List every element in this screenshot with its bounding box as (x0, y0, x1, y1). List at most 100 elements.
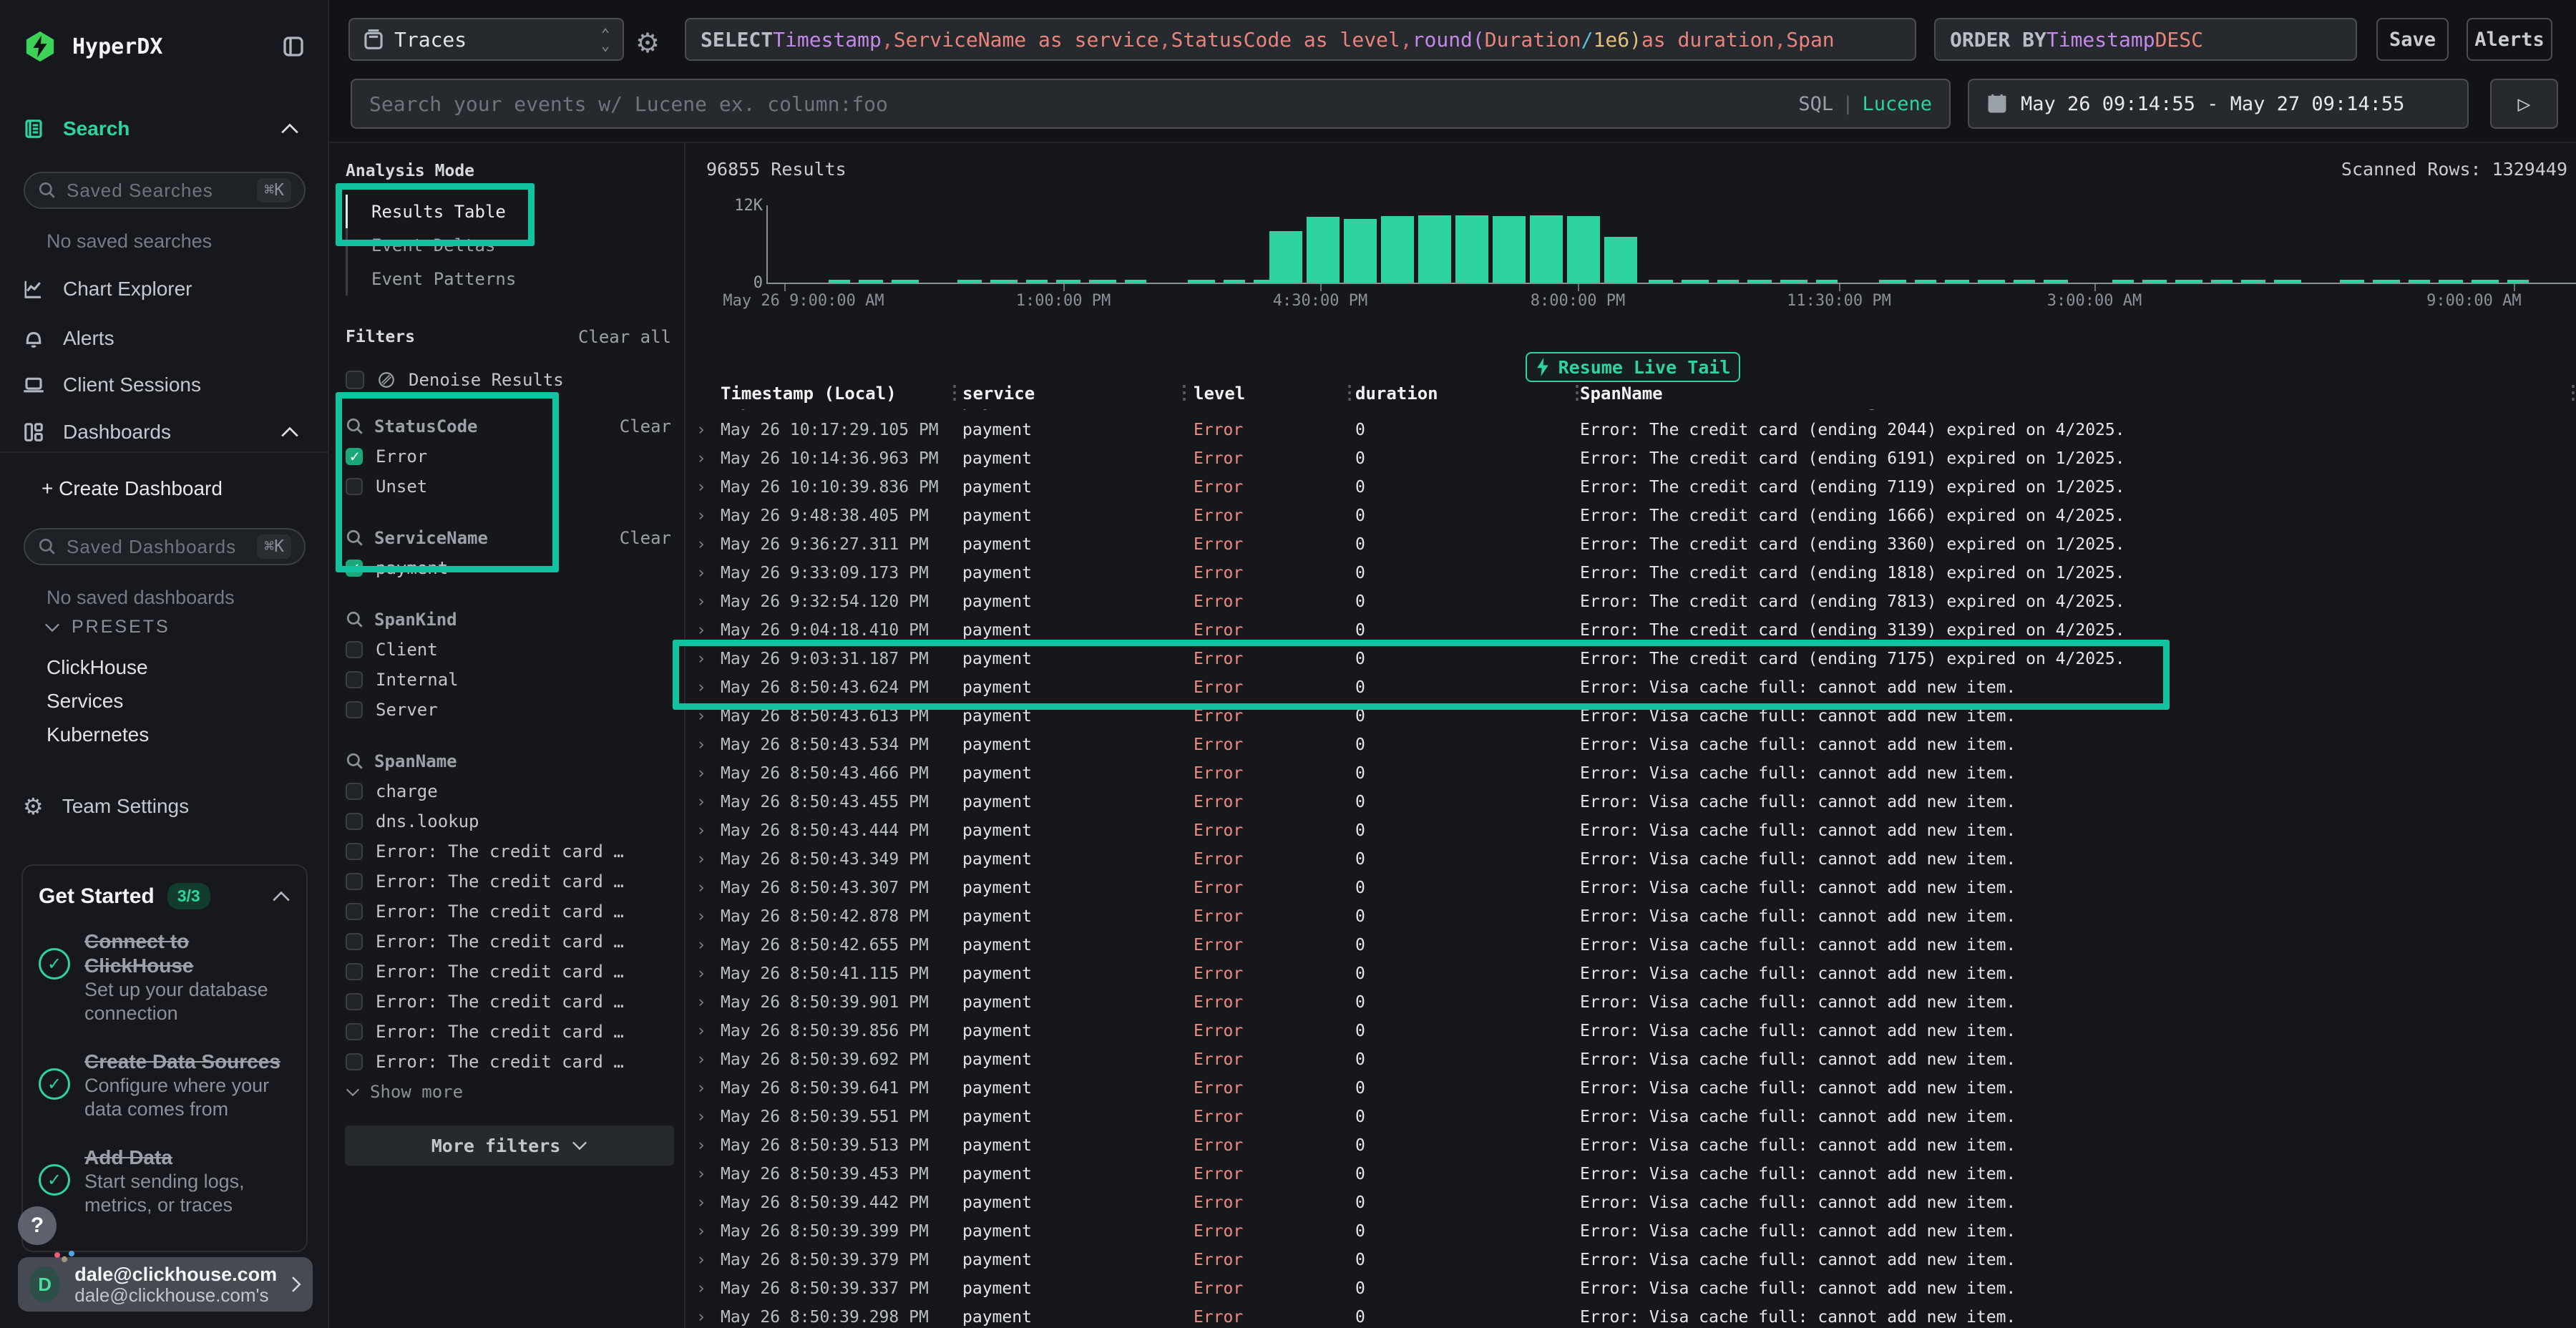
histogram-bar[interactable] (1381, 216, 1414, 283)
row-expand-chevron-icon[interactable]: › (696, 421, 706, 439)
column-resize-handle[interactable]: ⋮ (2564, 382, 2576, 404)
analysis-mode-event-patterns[interactable]: Event Patterns (346, 262, 684, 296)
sql-select-input[interactable]: SELECT Timestamp, ServiceName as service… (685, 18, 1916, 61)
sidebar-item-team-settings[interactable]: ⚙ Team Settings (0, 788, 329, 825)
table-row[interactable]: ›May 26 8:50:39.399 PMpaymentError0Error… (686, 1218, 2576, 1246)
histogram-bar[interactable] (1530, 215, 1563, 283)
table-row[interactable]: ›May 26 8:50:43.444 PMpaymentError0Error… (686, 817, 2576, 846)
row-expand-chevron-icon[interactable]: › (696, 1136, 706, 1155)
table-row[interactable]: ›May 26 9:03:31.187 PMpaymentError0Error… (686, 645, 2576, 674)
histogram-bar[interactable] (1493, 216, 1526, 283)
row-expand-chevron-icon[interactable]: › (696, 879, 706, 897)
table-row[interactable]: ›May 26 9:36:27.311 PMpaymentError0Error… (686, 531, 2576, 560)
sidebar-item-client-sessions[interactable]: Client Sessions (0, 366, 329, 404)
sidebar-collapse-icon[interactable] (281, 35, 306, 58)
row-expand-chevron-icon[interactable]: › (696, 736, 706, 754)
row-expand-chevron-icon[interactable]: › (696, 1222, 706, 1241)
preset-item-services[interactable]: Services (47, 690, 123, 713)
facet-checkbox[interactable] (346, 560, 363, 577)
source-settings-gear-icon[interactable]: ⚙ (635, 27, 660, 59)
lang-lucene[interactable]: Lucene (1862, 93, 1932, 115)
table-row[interactable]: ›May 26 8:50:43.613 PMpaymentError0Error… (686, 703, 2576, 731)
row-expand-chevron-icon[interactable]: › (696, 850, 706, 869)
table-row[interactable]: ›May 26 10:2paymentError0Error: The cred… (686, 409, 2576, 416)
row-expand-chevron-icon[interactable]: › (696, 1279, 706, 1298)
facet-checkbox[interactable] (346, 963, 363, 980)
table-row[interactable]: ›May 26 8:50:39.379 PMpaymentError0Error… (686, 1246, 2576, 1275)
help-button[interactable]: ? (18, 1206, 57, 1245)
order-by-input[interactable]: ORDER BY Timestamp DESC (1934, 18, 2357, 61)
run-query-button[interactable]: ▷ (2490, 79, 2558, 129)
row-expand-chevron-icon[interactable]: › (696, 592, 706, 611)
preset-item-clickhouse[interactable]: ClickHouse (47, 656, 148, 679)
col-timestamp[interactable]: Timestamp (Local) (721, 384, 897, 404)
alerts-button[interactable]: Alerts (2467, 18, 2552, 61)
facet-checkbox[interactable] (346, 448, 363, 465)
histogram-bar[interactable] (1567, 216, 1600, 283)
resume-live-tail-button[interactable]: Resume Live Tail (1526, 352, 1740, 382)
show-more-button[interactable]: Show more (346, 1077, 684, 1107)
row-expand-chevron-icon[interactable]: › (696, 1079, 706, 1098)
row-expand-chevron-icon[interactable]: › (696, 821, 706, 840)
table-row[interactable]: ›May 26 8:50:42.655 PMpaymentError0Error… (686, 932, 2576, 960)
col-level[interactable]: level (1194, 384, 1245, 404)
row-expand-chevron-icon[interactable]: › (696, 621, 706, 640)
column-resize-handle[interactable]: ⋮ (1568, 382, 1586, 404)
facet-clear-button[interactable]: Clear (620, 528, 671, 548)
row-expand-chevron-icon[interactable]: › (696, 449, 706, 468)
more-filters-button[interactable]: More filters (345, 1126, 674, 1166)
clear-all-button[interactable]: Clear all (578, 327, 671, 347)
facet-checkbox[interactable] (346, 783, 363, 800)
get-started-item[interactable]: ✓Create Data SourcesConfigure where your… (39, 1050, 291, 1121)
facet-clear-button[interactable]: Clear (620, 416, 671, 436)
facet-checkbox[interactable] (346, 641, 363, 658)
row-expand-chevron-icon[interactable]: › (696, 993, 706, 1012)
table-row[interactable]: ›May 26 10:17:29.105 PMpaymentError0Erro… (686, 416, 2576, 445)
source-select[interactable]: Traces ⌃⌄ (348, 18, 624, 61)
saved-dashboards-input[interactable]: Saved Dashboards ⌘K (24, 528, 306, 565)
facet-checkbox[interactable] (346, 813, 363, 830)
row-expand-chevron-icon[interactable]: › (696, 936, 706, 954)
table-row[interactable]: ›May 26 8:50:39.901 PMpaymentError0Error… (686, 989, 2576, 1017)
sidebar-item-search[interactable]: Search (0, 110, 329, 147)
saved-searches-input[interactable]: Saved Searches ⌘K (24, 172, 306, 209)
table-row[interactable]: ›May 26 8:50:43.624 PMpaymentError0Error… (686, 674, 2576, 703)
table-row[interactable]: ›May 26 8:50:43.466 PMpaymentError0Error… (686, 760, 2576, 788)
table-row[interactable]: ›May 26 8:50:41.115 PMpaymentError0Error… (686, 960, 2576, 989)
save-button[interactable]: Save (2376, 18, 2449, 61)
table-row[interactable]: ›May 26 8:50:39.856 PMpaymentError0Error… (686, 1017, 2576, 1046)
analysis-mode-results-table[interactable]: Results Table (346, 195, 684, 228)
denoise-checkbox[interactable] (346, 371, 364, 389)
row-expand-chevron-icon[interactable]: › (696, 507, 706, 525)
table-row[interactable]: ›May 26 9:32:54.120 PMpaymentError0Error… (686, 588, 2576, 617)
row-expand-chevron-icon[interactable]: › (696, 764, 706, 783)
histogram-bar[interactable] (1455, 215, 1488, 283)
table-row[interactable]: ›May 26 8:50:39.298 PMpaymentError0Error… (686, 1304, 2576, 1328)
table-row[interactable]: ›May 26 10:10:39.836 PMpaymentError0Erro… (686, 474, 2576, 502)
column-resize-handle[interactable]: ⋮ (1175, 382, 1194, 404)
sidebar-item-dashboards[interactable]: Dashboards (0, 414, 329, 451)
table-row[interactable]: ›May 26 8:50:43.534 PMpaymentError0Error… (686, 731, 2576, 760)
row-expand-chevron-icon[interactable]: › (696, 1308, 706, 1327)
row-expand-chevron-icon[interactable]: › (696, 478, 706, 497)
row-expand-chevron-icon[interactable]: › (696, 793, 706, 811)
table-row[interactable]: ›May 26 9:04:18.410 PMpaymentError0Error… (686, 617, 2576, 645)
table-row[interactable]: ›May 26 8:50:43.349 PMpaymentError0Error… (686, 846, 2576, 874)
col-duration[interactable]: duration (1355, 384, 1438, 404)
table-row[interactable]: ›May 26 8:50:42.878 PMpaymentError0Error… (686, 903, 2576, 932)
row-expand-chevron-icon[interactable]: › (696, 564, 706, 582)
analysis-mode-event-deltas[interactable]: Event Deltas (346, 228, 684, 262)
table-row[interactable]: ›May 26 9:48:38.405 PMpaymentError0Error… (686, 502, 2576, 531)
row-expand-chevron-icon[interactable]: › (696, 650, 706, 668)
row-expand-chevron-icon[interactable]: › (696, 1050, 706, 1069)
col-service[interactable]: service (962, 384, 1035, 404)
col-spanname[interactable]: SpanName (1580, 384, 1663, 404)
table-row[interactable]: ›May 26 8:50:39.453 PMpaymentError0Error… (686, 1161, 2576, 1189)
facet-checkbox[interactable] (346, 1053, 363, 1070)
row-expand-chevron-icon[interactable]: › (696, 1251, 706, 1269)
table-row[interactable]: ›May 26 8:50:39.551 PMpaymentError0Error… (686, 1103, 2576, 1132)
table-row[interactable]: ›May 26 8:50:43.455 PMpaymentError0Error… (686, 788, 2576, 817)
facet-checkbox[interactable] (346, 701, 363, 718)
table-row[interactable]: ›May 26 9:33:09.173 PMpaymentError0Error… (686, 560, 2576, 588)
column-resize-handle[interactable]: ⋮ (945, 382, 964, 404)
